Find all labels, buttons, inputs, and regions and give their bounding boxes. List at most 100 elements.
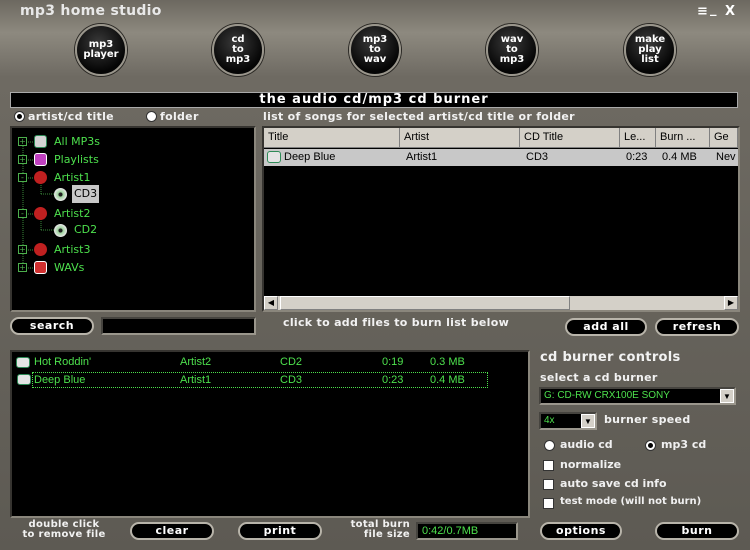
- folder-radio[interactable]: [146, 111, 157, 122]
- search-button[interactable]: search: [10, 317, 94, 335]
- tree-item-cd2[interactable]: CD2: [74, 221, 97, 239]
- tree-item-all-mp3s[interactable]: All MP3s: [54, 133, 100, 151]
- normalize-label: normalize: [560, 458, 622, 471]
- burn-button[interactable]: burn: [655, 522, 739, 540]
- artist-icon: [34, 207, 47, 220]
- songs-table[interactable]: Title Artist CD Title Le... Burn ... Ge …: [262, 126, 740, 312]
- total-burn-label: total burn file size: [350, 519, 410, 540]
- tree-item-wavs[interactable]: WAVs: [54, 259, 84, 277]
- list-item[interactable]: Deep Blue Artist1 CD3 0:23 0.4 MB: [17, 372, 488, 388]
- total-burn-value: 0:42/0.7MB: [416, 522, 518, 540]
- options-button[interactable]: options: [540, 522, 622, 540]
- artist-icon: [34, 243, 47, 256]
- burn-size: 0.3 MB: [430, 356, 465, 368]
- tree-lines: [22, 141, 54, 269]
- mp3-icon: [17, 374, 31, 385]
- scroll-right-icon[interactable]: ▶: [724, 296, 738, 310]
- col-cd-title[interactable]: CD Title: [520, 128, 620, 148]
- collapse-artist1[interactable]: -: [18, 173, 27, 182]
- burn-size: 0.4 MB: [430, 374, 465, 386]
- row-title: Deep Blue: [284, 151, 336, 163]
- tree-item-cd3[interactable]: CD3: [72, 185, 100, 203]
- chevron-down-icon[interactable]: ▼: [720, 389, 734, 403]
- scroll-thumb[interactable]: [280, 296, 570, 310]
- folder-label: folder: [160, 110, 199, 123]
- expand-wavs[interactable]: +: [18, 263, 27, 272]
- double-click-hint: double click to remove file: [22, 519, 106, 540]
- songs-list-label: list of songs for selected artist/cd tit…: [263, 110, 575, 123]
- cd-to-mp3-button[interactable]: cd to mp3: [212, 24, 264, 76]
- cd-icon: [54, 188, 67, 201]
- burn-length: 0:19: [382, 356, 404, 368]
- controls-title: cd burner controls: [540, 350, 681, 365]
- close-button[interactable]: X: [725, 4, 735, 19]
- burn-title: Hot Roddin': [34, 356, 92, 368]
- auto-save-label: auto save cd info: [560, 477, 667, 490]
- artist-cd-label: artist/cd title: [28, 110, 114, 123]
- test-mode-checkbox[interactable]: [543, 498, 554, 509]
- mp3-cd-label: mp3 cd: [661, 438, 707, 451]
- artist-icon: [34, 171, 47, 184]
- burn-artist: Artist2: [180, 356, 212, 368]
- burn-cd: CD3: [280, 374, 303, 386]
- col-title[interactable]: Title: [264, 128, 400, 148]
- collapse-artist2[interactable]: -: [18, 209, 27, 218]
- tree-item-artist3[interactable]: Artist3: [54, 241, 90, 259]
- app-window: mp3 home studio ≡ _ X mp3 player cd to m…: [0, 0, 750, 550]
- make-playlist-button[interactable]: make play list: [624, 24, 676, 76]
- expand-playlists[interactable]: +: [18, 155, 27, 164]
- burn-artist: Artist1: [180, 374, 212, 386]
- wav-icon: [34, 261, 47, 274]
- row-cd-title: CD3: [526, 151, 549, 163]
- expand-artist3[interactable]: +: [18, 245, 27, 254]
- audio-cd-label: audio cd: [560, 438, 613, 451]
- col-genre[interactable]: Ge: [710, 128, 738, 148]
- burner-value: G: CD-RW CRX100E SONY: [544, 390, 670, 401]
- normalize-checkbox[interactable]: [543, 460, 554, 471]
- search-input[interactable]: [101, 317, 256, 335]
- cd-icon: [54, 224, 67, 237]
- tree-item-playlists[interactable]: Playlists: [54, 151, 99, 169]
- auto-save-checkbox[interactable]: [543, 479, 554, 490]
- horizontal-scrollbar[interactable]: ◀ ▶: [264, 296, 738, 310]
- chevron-down-icon[interactable]: ▼: [581, 414, 595, 428]
- playlist-icon: [34, 153, 47, 166]
- app-title: mp3 home studio: [20, 3, 162, 19]
- col-artist[interactable]: Artist: [400, 128, 520, 148]
- row-genre: Nev: [716, 151, 736, 163]
- burn-length: 0:23: [382, 374, 404, 386]
- speed-label: burner speed: [604, 413, 691, 426]
- speed-select[interactable]: 4x ▼: [539, 412, 597, 430]
- minimize-button[interactable]: _: [710, 2, 717, 17]
- burn-cd: CD2: [280, 356, 303, 368]
- speed-value: 4x: [544, 415, 555, 426]
- clear-button[interactable]: clear: [130, 522, 214, 540]
- mp3-icon: [34, 135, 47, 148]
- mp3-icon: [16, 357, 30, 368]
- add-all-button[interactable]: add all: [565, 318, 647, 336]
- list-item[interactable]: Hot Roddin' Artist2 CD2 0:19 0.3 MB: [12, 355, 528, 371]
- print-button[interactable]: print: [238, 522, 322, 540]
- scroll-left-icon[interactable]: ◀: [264, 296, 278, 310]
- wav-to-mp3-button[interactable]: wav to mp3: [486, 24, 538, 76]
- row-artist: Artist1: [406, 151, 438, 163]
- mp3-to-wav-button[interactable]: mp3 to wav: [349, 24, 401, 76]
- audio-cd-radio[interactable]: [544, 440, 555, 451]
- burner-select[interactable]: G: CD-RW CRX100E SONY ▼: [539, 387, 736, 405]
- expand-all-mp3s[interactable]: +: [18, 137, 27, 146]
- burner-banner: the audio cd/mp3 cd burner: [10, 92, 738, 108]
- mp3-cd-radio[interactable]: [645, 440, 656, 451]
- row-length: 0:23: [626, 151, 648, 163]
- col-burn-size[interactable]: Burn ...: [656, 128, 710, 148]
- refresh-button[interactable]: refresh: [655, 318, 739, 336]
- mp3-player-button[interactable]: mp3 player: [75, 24, 127, 76]
- artist-tree[interactable]: + All MP3s + Playlists - Artist1 CD3 - A…: [10, 126, 256, 312]
- col-length[interactable]: Le...: [620, 128, 656, 148]
- table-row[interactable]: Deep Blue Artist1 CD3 0:23 0.4 MB Nev: [264, 149, 738, 166]
- burn-list[interactable]: Hot Roddin' Artist2 CD2 0:19 0.3 MB Deep…: [10, 350, 530, 518]
- menu-icon[interactable]: ≡: [697, 4, 708, 19]
- mp3-icon: [267, 151, 281, 163]
- test-mode-label: test mode (will not burn): [560, 496, 702, 507]
- artist-cd-radio[interactable]: [14, 111, 25, 122]
- select-burner-label: select a cd burner: [540, 371, 658, 384]
